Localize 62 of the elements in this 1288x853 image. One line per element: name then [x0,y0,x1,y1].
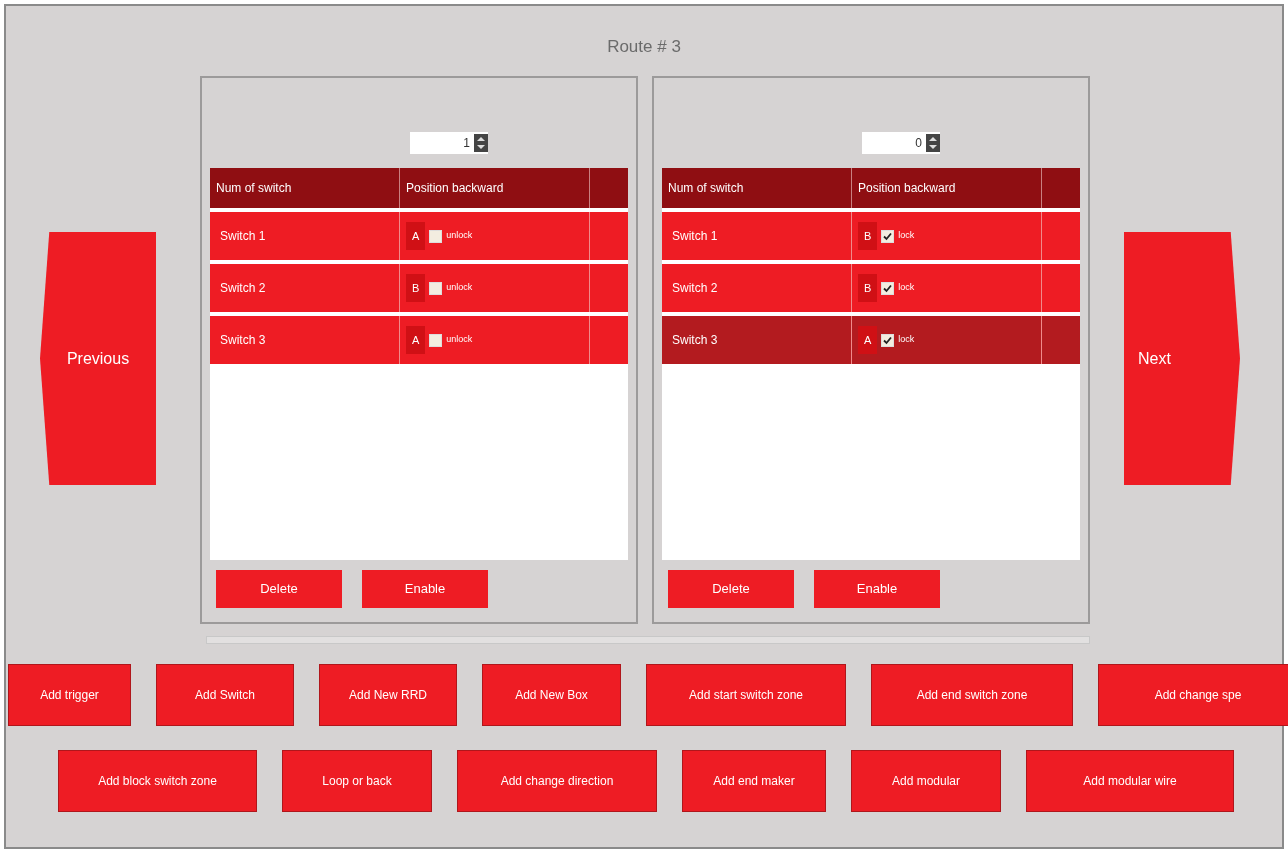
lock-checkbox[interactable] [429,333,443,347]
lock-label: lock [898,333,915,347]
table-row[interactable]: Switch 1 A unlock [210,212,628,260]
number-spinner[interactable]: 0 [862,132,940,154]
column-header: Num of switch [662,168,852,208]
lock-label: lock [898,229,915,243]
lock-label: lock [898,281,915,295]
enable-button[interactable]: Enable [362,570,488,608]
next-button[interactable]: Next [1124,232,1240,485]
add-action-button[interactable]: Add New RRD [319,664,457,726]
lock-checkbox[interactable] [429,281,443,295]
switch-name: Switch 3 [220,332,266,349]
previous-button[interactable]: Previous [40,232,156,485]
table-row[interactable]: Switch 3 A lock [662,316,1080,364]
table-row[interactable]: Switch 2 B lock [662,264,1080,312]
horizontal-scrollbar[interactable] [206,636,1090,644]
add-action-button[interactable]: Add New Box [482,664,621,726]
number-spinner[interactable]: 1 [410,132,488,154]
spinner-arrows-icon[interactable] [474,134,488,152]
route-title: Route # 3 [607,36,681,56]
add-action-button[interactable]: Add block switch zone [58,750,257,812]
lock-checkbox[interactable] [881,229,895,243]
checkmark-icon [883,231,893,241]
column-header: Position backward [400,168,590,208]
position-letter: B [858,221,878,251]
delete-button[interactable]: Delete [216,570,342,608]
position-letter: B [406,273,426,303]
add-action-button[interactable]: Add Switch [156,664,294,726]
lock-checkbox[interactable] [881,281,895,295]
table-row[interactable]: Switch 2 B unlock [210,264,628,312]
position-letter: A [406,325,426,355]
lock-label: unlock [446,333,473,347]
enable-button[interactable]: Enable [814,570,940,608]
table-row[interactable]: Switch 1 B lock [662,212,1080,260]
add-action-button[interactable]: Loop or back [282,750,432,812]
add-action-button[interactable]: Add end switch zone [871,664,1073,726]
lock-label: unlock [446,281,473,295]
position-letter: A [406,221,426,251]
add-action-button[interactable]: Add change spe [1098,664,1288,726]
checkmark-icon [883,283,893,293]
column-header: Num of switch [210,168,400,208]
add-action-button[interactable]: Add start switch zone [646,664,846,726]
switch-name: Switch 2 [672,280,718,297]
add-action-button[interactable]: Add trigger [8,664,131,726]
position-letter: B [858,273,878,303]
lock-label: unlock [446,229,473,243]
add-action-button[interactable]: Add modular wire [1026,750,1234,812]
switch-name: Switch 1 [220,228,266,245]
add-action-button[interactable]: Add change direction [457,750,657,812]
spinner-arrows-icon[interactable] [926,134,940,152]
checkmark-icon [883,335,893,345]
add-action-button[interactable]: Add modular [851,750,1001,812]
table-row[interactable]: Switch 3 A unlock [210,316,628,364]
delete-button[interactable]: Delete [668,570,794,608]
position-letter: A [858,325,878,355]
add-action-button[interactable]: Add end maker [682,750,826,812]
switch-name: Switch 3 [672,332,718,349]
lock-checkbox[interactable] [881,333,895,347]
switch-name: Switch 1 [672,228,718,245]
column-header: Position backward [852,168,1042,208]
lock-checkbox[interactable] [429,229,443,243]
switch-name: Switch 2 [220,280,266,297]
